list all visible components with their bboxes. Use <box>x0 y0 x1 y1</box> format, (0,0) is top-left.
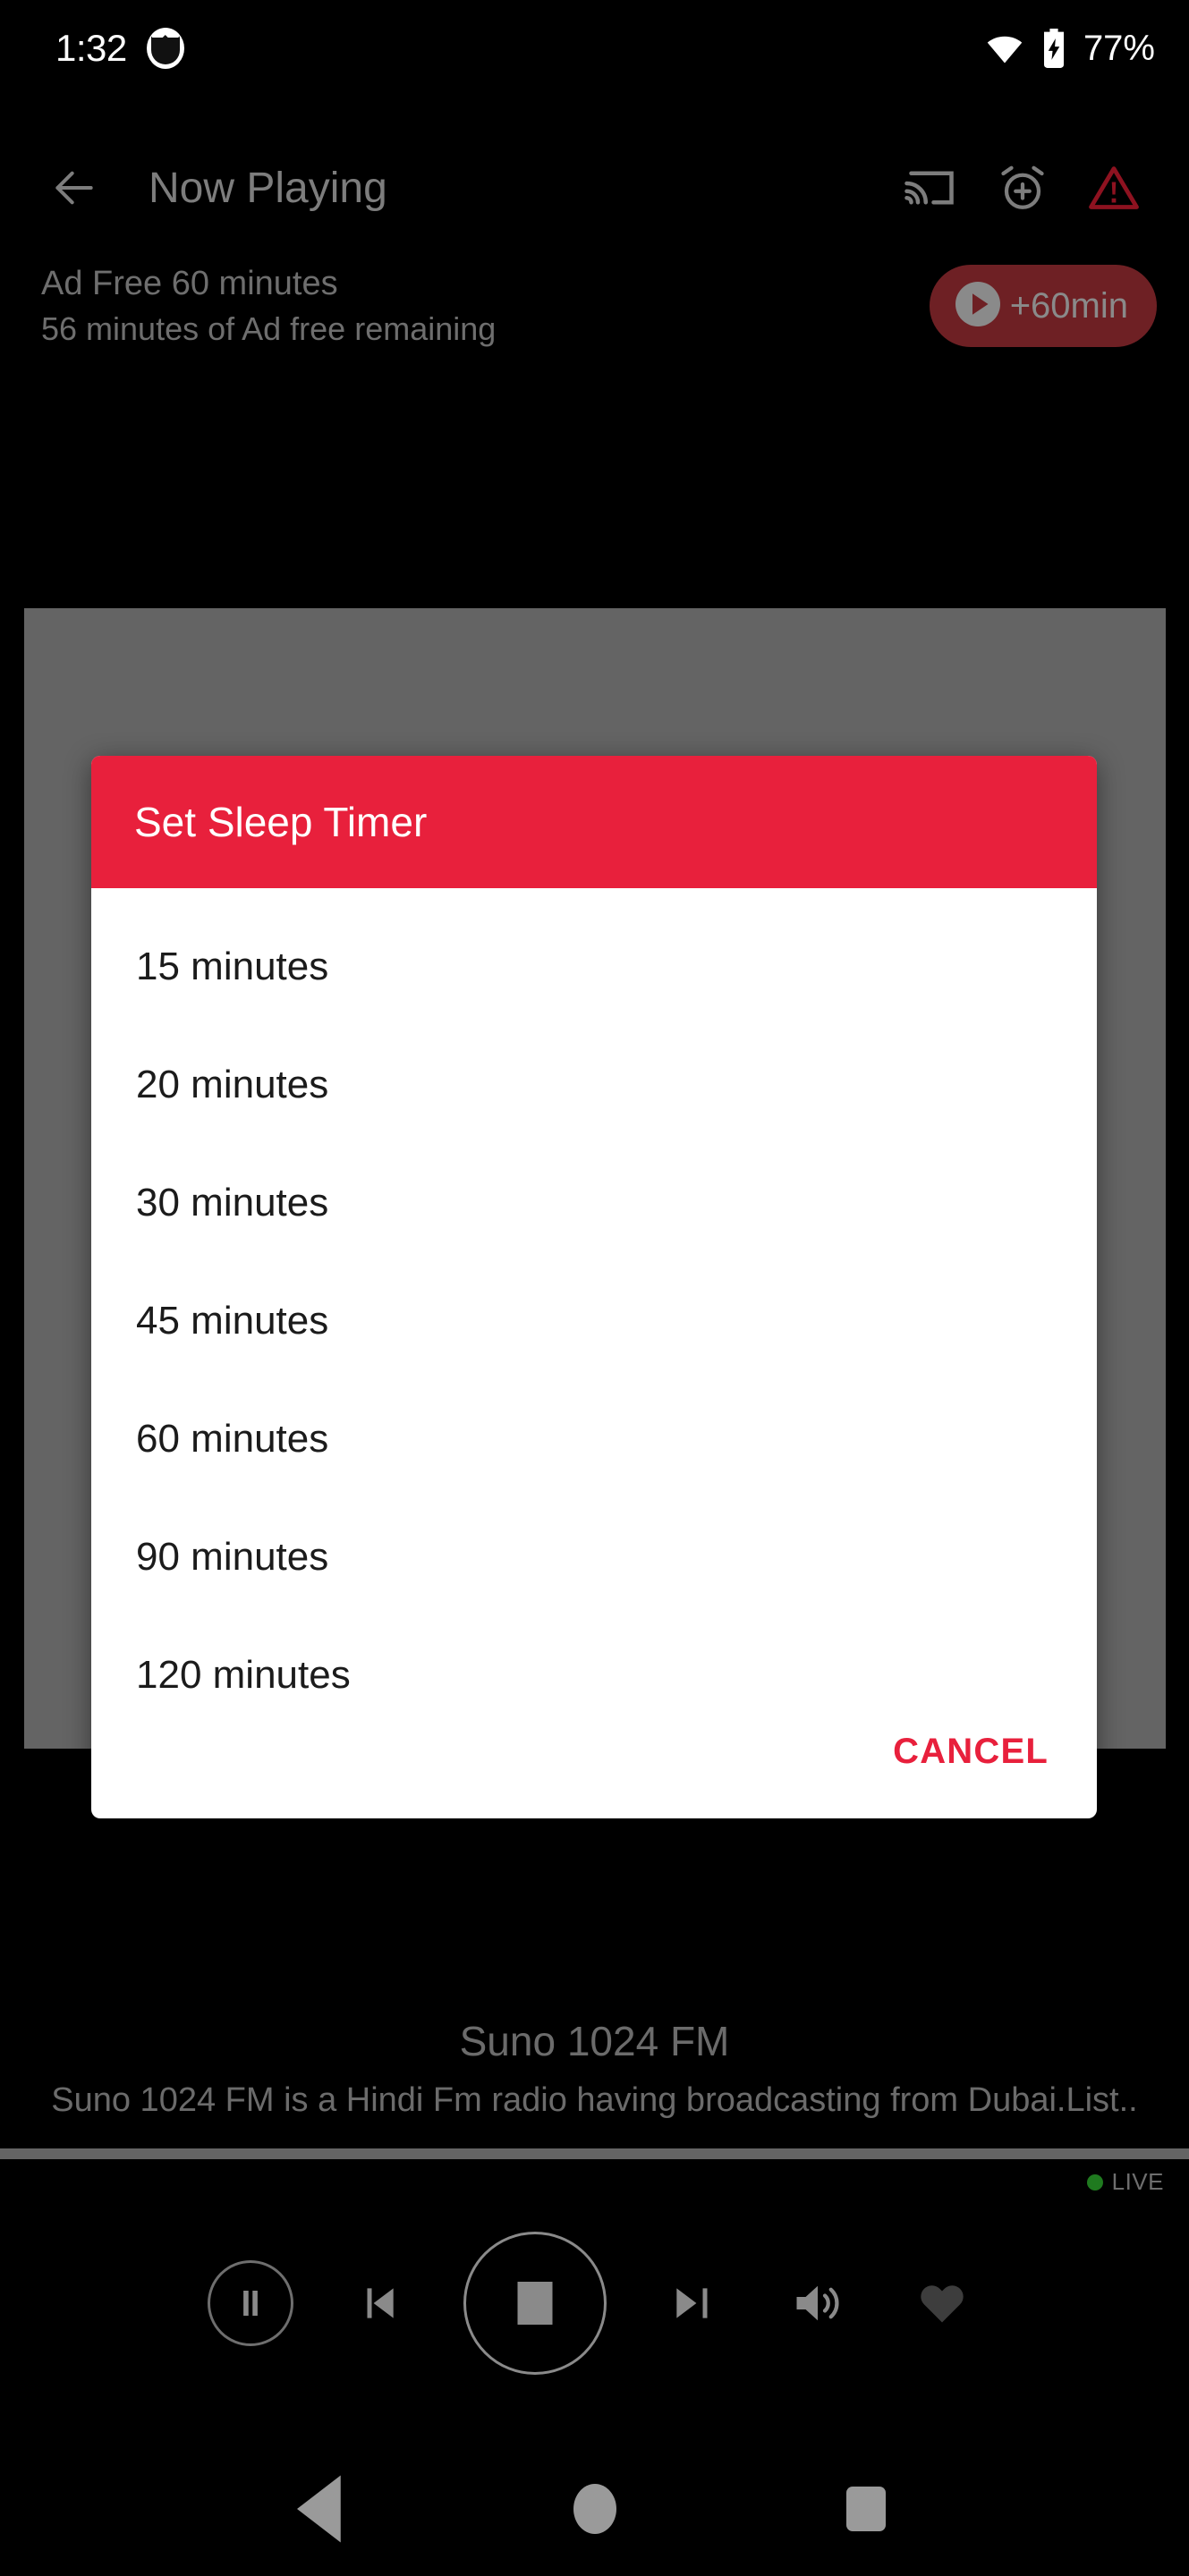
nav-home-button[interactable] <box>555 2469 635 2549</box>
live-indicator: LIVE <box>1086 2168 1164 2196</box>
cast-icon[interactable] <box>901 157 962 218</box>
sleep-timer-option-list: 15 minutes 20 minutes 30 minutes 45 minu… <box>91 888 1097 1734</box>
add-60min-label: +60min <box>1009 285 1128 326</box>
live-dot-icon <box>1086 2174 1103 2190</box>
phone-screen: 1:32 77% Now Playing Ad Free 60 minutes … <box>0 0 1189 2576</box>
next-button[interactable] <box>651 2263 732 2343</box>
pause-button[interactable] <box>207 2260 293 2346</box>
ad-free-remaining-label: 56 minutes of Ad free remaining <box>41 309 497 347</box>
previous-button[interactable] <box>338 2263 419 2343</box>
app-bar: Now Playing <box>0 134 1189 242</box>
timer-option[interactable]: 20 minutes <box>91 1026 1097 1144</box>
battery-percent-label: 77% <box>1083 28 1155 68</box>
nav-back-button[interactable] <box>284 2469 364 2549</box>
timer-option[interactable]: 15 minutes <box>91 908 1097 1026</box>
timer-option[interactable]: 45 minutes <box>91 1262 1097 1380</box>
alarm-add-icon[interactable] <box>992 157 1053 218</box>
favorite-button[interactable] <box>902 2263 982 2343</box>
cancel-button[interactable]: CANCEL <box>893 1732 1049 1772</box>
app-bar-actions <box>901 157 1144 218</box>
stop-button[interactable] <box>463 2232 607 2375</box>
battery-charging-icon <box>1040 29 1067 68</box>
nav-home-icon <box>573 2484 616 2534</box>
dialog-actions: CANCEL <box>91 1684 1097 1818</box>
add-60min-button[interactable]: +60min <box>929 265 1157 347</box>
page-title: Now Playing <box>149 164 387 212</box>
sleep-timer-dialog: Set Sleep Timer 15 minutes 20 minutes 30… <box>91 756 1097 1818</box>
live-label: LIVE <box>1111 2168 1164 2195</box>
status-bar-clock: 1:32 <box>55 27 127 69</box>
dialog-header: Set Sleep Timer <box>91 756 1097 888</box>
warning-triangle-icon[interactable] <box>1083 157 1144 218</box>
dialog-title: Set Sleep Timer <box>134 799 428 845</box>
station-info: Suno 1024 FM Suno 1024 FM is a Hindi Fm … <box>0 2017 1189 2120</box>
playback-controls <box>0 2218 1189 2388</box>
nav-recents-button[interactable] <box>826 2469 906 2549</box>
play-circle-icon <box>951 277 1005 335</box>
status-bar-left: 1:32 <box>55 27 184 70</box>
status-bar: 1:32 77% <box>0 0 1189 97</box>
wifi-icon <box>985 29 1024 68</box>
station-description: Suno 1024 FM is a Hindi Fm radio having … <box>51 2081 1138 2119</box>
ad-free-row: Ad Free 60 minutes 56 minutes of Ad free… <box>0 252 1189 360</box>
arrow-back-icon[interactable] <box>25 139 123 237</box>
nav-recents-icon <box>845 2487 886 2531</box>
timer-option[interactable]: 60 minutes <box>91 1380 1097 1498</box>
timer-option[interactable]: 90 minutes <box>91 1498 1097 1616</box>
cat-app-icon <box>146 28 184 69</box>
seek-bar[interactable] <box>0 2148 1189 2159</box>
status-bar-right: 77% <box>985 29 1155 69</box>
ad-free-texts: Ad Free 60 minutes 56 minutes of Ad free… <box>41 265 496 348</box>
volume-button[interactable] <box>777 2263 857 2343</box>
ad-free-title: Ad Free 60 minutes <box>41 264 338 302</box>
timer-option[interactable]: 30 minutes <box>91 1144 1097 1262</box>
station-name: Suno 1024 FM <box>459 2018 730 2064</box>
android-nav-bar <box>0 2442 1189 2576</box>
